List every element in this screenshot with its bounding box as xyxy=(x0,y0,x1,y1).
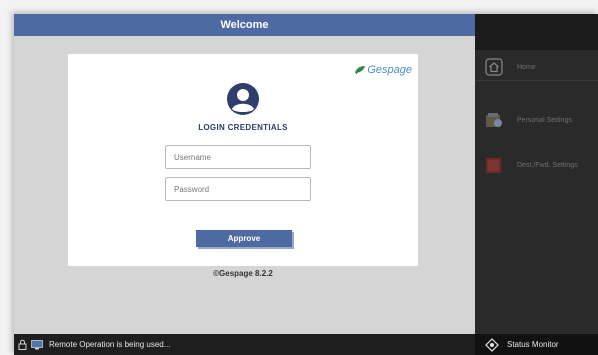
sidebar-item-home[interactable]: Home xyxy=(475,54,598,81)
approve-button[interactable]: Approve xyxy=(196,230,292,247)
title-bar: Welcome xyxy=(14,14,475,36)
sidebar-item-label: Home xyxy=(517,63,536,71)
sidebar-item-label: Personal Settings xyxy=(517,116,572,124)
dest-fwd-settings-icon xyxy=(486,158,501,173)
sidebar-item-dest-fwd-settings[interactable]: Dest./Fwd. Settings xyxy=(475,152,598,178)
user-avatar-icon xyxy=(227,83,259,115)
gespage-leaf-icon xyxy=(355,66,366,75)
main-panel: Welcome Gespage LOGIN CREDENTIALS Approv… xyxy=(14,14,475,334)
remote-operation-icon xyxy=(31,339,43,349)
page-title: Welcome xyxy=(220,19,269,31)
sidebar-item-label: Dest./Fwd. Settings xyxy=(517,161,578,169)
device-screen: Welcome Gespage LOGIN CREDENTIALS Approv… xyxy=(14,14,598,355)
username-input[interactable] xyxy=(165,145,311,169)
status-monitor-icon xyxy=(485,337,499,352)
sidebar-item-personal-settings[interactable]: Personal Settings xyxy=(475,107,598,133)
logo-text: Gespage xyxy=(367,64,412,76)
password-input[interactable] xyxy=(165,177,311,201)
status-message: Remote Operation is being used... xyxy=(49,340,171,349)
status-monitor-label: Status Monitor xyxy=(507,340,559,349)
sidebar: Home Personal Settings Dest./Fwd. Settin… xyxy=(475,14,598,334)
lock-icon xyxy=(18,339,27,350)
status-bar: Remote Operation is being used... xyxy=(14,334,475,355)
home-icon xyxy=(485,58,503,76)
copyright-text: ©Gespage 8.2.2 xyxy=(213,269,273,278)
login-card: Gespage LOGIN CREDENTIALS Approve xyxy=(68,54,418,266)
status-monitor-button[interactable]: Status Monitor xyxy=(475,334,598,355)
gespage-logo: Gespage xyxy=(354,64,412,76)
sidebar-header xyxy=(475,14,598,50)
login-heading: LOGIN CREDENTIALS xyxy=(198,123,288,132)
personal-settings-icon xyxy=(486,113,502,127)
